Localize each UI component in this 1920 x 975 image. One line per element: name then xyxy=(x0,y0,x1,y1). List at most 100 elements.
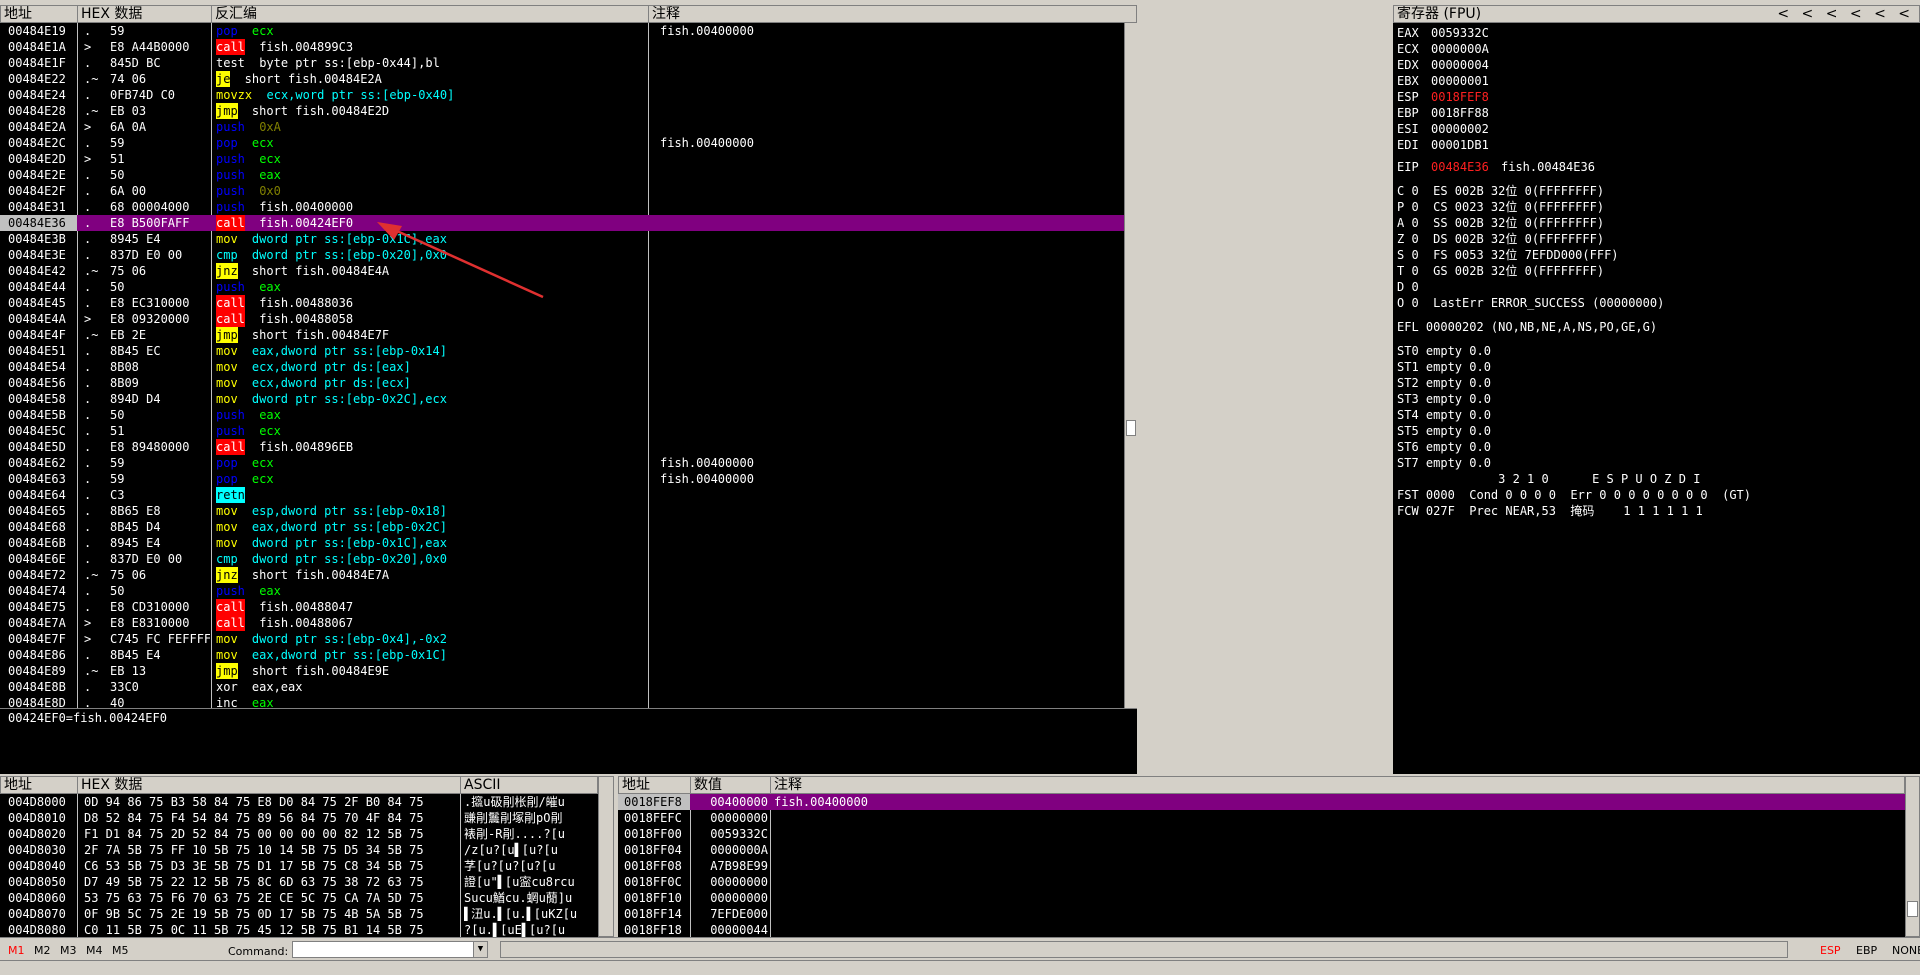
dump-row[interactable]: 004D8070 0F 9B 5C 75 2E 19 5B 75 0D 17 5B… xyxy=(0,906,598,922)
disasm-row[interactable]: 00484E36. E8 B500FAFF call fish.00424EF0 xyxy=(0,215,1124,231)
stack-view-none[interactable]: NONE xyxy=(1892,944,1920,957)
stack-pane[interactable]: 0018FEF8 00400000 fish.00400000 0018FEFC 000… xyxy=(618,794,1905,937)
disasm-row[interactable]: 00484E56. 8B09 mov ecx,dword ptr ds:[ecx] xyxy=(0,375,1124,391)
register-value[interactable]: 00000002 xyxy=(1431,121,1489,137)
stack-row[interactable]: 0018FF00 0059332C xyxy=(618,826,1905,842)
dump-col-hex[interactable]: HEX 数据 xyxy=(78,777,461,793)
register-value[interactable]: 00000001 xyxy=(1431,73,1489,89)
disasm-row[interactable]: 00484E7A > E8 E8310000 call fish.00488067 xyxy=(0,615,1124,631)
stack-scrollbar[interactable] xyxy=(1905,776,1920,937)
disasm-row[interactable]: 00484E2D >51 push ecx xyxy=(0,151,1124,167)
memory-tab-m2[interactable]: M2 xyxy=(34,944,51,957)
disasm-row[interactable]: 00484E2E. 50 push eax xyxy=(0,167,1124,183)
stack-row[interactable]: 0018FEFC 00000000 xyxy=(618,810,1905,826)
register-value[interactable]: 0018FEF8 xyxy=(1431,89,1489,105)
disasm-row[interactable]: 00484E2A >6A 0A push 0xA xyxy=(0,119,1124,135)
dump-col-addr[interactable]: 地址 xyxy=(1,777,78,793)
dump-row[interactable]: 004D8010 D8 52 84 75 F4 54 84 75 89 56 84… xyxy=(0,810,598,826)
disasm-row[interactable]: 00484E5D. E8 89480000 call fish.004896EB xyxy=(0,439,1124,455)
disasm-row[interactable]: 00484E4F .~ EB 2E jmp short fish.00484E7F xyxy=(0,327,1124,343)
stack-view-ebp[interactable]: EBP xyxy=(1856,944,1877,957)
disasm-row[interactable]: 00484E68. 8B45 D4 mov eax,dword ptr ss:[ebp… xyxy=(0,519,1124,535)
dump-row[interactable]: 004D8050 D7 49 5B 75 22 12 5B 75 8C 6D 63… xyxy=(0,874,598,890)
disasm-row[interactable]: 00484E28 .~ EB 03 jmp short fish.00484E2D xyxy=(0,103,1124,119)
disasm-row[interactable]: 00484E7F > C745 FC FEFFFFFF mov dword ptr ss… xyxy=(0,631,1124,647)
registers-nav-arrows[interactable]: < < < < < < xyxy=(1694,6,1914,22)
disasm-row[interactable]: 00484E75. E8 CD310000 call fish.00488047 xyxy=(0,599,1124,615)
register-value[interactable]: 0059332C xyxy=(1431,25,1489,41)
dump-pane[interactable]: 004D8000 0D 94 86 75 B3 58 84 75 E8 D0 84… xyxy=(0,794,598,937)
disasm-row[interactable]: 00484E5B. 50 push eax xyxy=(0,407,1124,423)
disasm-row[interactable]: 00484E19. 59 pop ecx fish.00400000 xyxy=(0,23,1124,39)
disasm-row[interactable]: 00484E1A > E8 A44B0000 call fish.004899C3 xyxy=(0,39,1124,55)
col-asm-header[interactable]: 反汇编 xyxy=(212,6,649,22)
stack-row[interactable]: 0018FF18 00000044 xyxy=(618,922,1905,937)
command-input[interactable]: ▼ xyxy=(292,941,488,958)
col-hex-header[interactable]: HEX 数据 xyxy=(78,6,212,22)
disasm-row[interactable]: 00484E58. 894D D4 mov dword ptr ss:[ebp-0x2… xyxy=(0,391,1124,407)
disasm-row[interactable]: 00484E1F. 845D BC test byte ptr ss:[ebp-0x4… xyxy=(0,55,1124,71)
disasm-row[interactable]: 00484E44. 50 push eax xyxy=(0,279,1124,295)
register-value[interactable]: 0000000A xyxy=(1431,41,1489,57)
register-value[interactable]: 00000004 xyxy=(1431,57,1489,73)
stack-col-addr[interactable]: 地址 xyxy=(619,777,691,793)
disasm-row[interactable]: 00484E51. 8B45 EC mov eax,dword ptr ss:[ebp… xyxy=(0,343,1124,359)
register-value[interactable]: 00001DB1 xyxy=(1431,137,1489,153)
memory-tab-m3[interactable]: M3 xyxy=(60,944,77,957)
disassembly-pane[interactable]: 00484E19. 59 pop ecx fish.00400000 00484E1A > E… xyxy=(0,23,1124,708)
dump-row[interactable]: 004D8030 2F 7A 5B 75 FF 10 5B 75 10 14 5B… xyxy=(0,842,598,858)
stack-row[interactable]: 0018FF04 0000000A xyxy=(618,842,1905,858)
memory-tab-m1[interactable]: M1 xyxy=(8,944,25,957)
disasm-row[interactable]: 00484E4A > E8 09320000 call fish.00488058 xyxy=(0,311,1124,327)
stack-row[interactable]: 0018FF0C 00000000 xyxy=(618,874,1905,890)
chevron-down-icon[interactable]: ▼ xyxy=(473,942,487,957)
disasm-row[interactable]: 00484E64. C3 retn xyxy=(0,487,1124,503)
disasm-row[interactable]: 00484E6B. 8945 E4 mov dword ptr ss:[ebp-0x1… xyxy=(0,535,1124,551)
disasm-row[interactable]: 00484E5C. 51 push ecx xyxy=(0,423,1124,439)
disasm-row[interactable]: 00484E42 .~ 75 06 jnz short fish.00484E4A xyxy=(0,263,1124,279)
disasm-scrollbar[interactable] xyxy=(1124,23,1137,708)
stack-row[interactable]: 0018FF08 A7B98E99 xyxy=(618,858,1905,874)
disasm-row[interactable]: 00484E2F. 6A 00 push 0x0 xyxy=(0,183,1124,199)
dump-scrollbar[interactable] xyxy=(598,776,614,937)
dump-col-ascii[interactable]: ASCII xyxy=(461,777,597,793)
register-value[interactable]: 0018FF88 xyxy=(1431,105,1489,121)
disasm-row[interactable]: 00484E62. 59 pop ecx fish.00400000 xyxy=(0,455,1124,471)
disasm-row[interactable]: 00484E22 .~ 74 06 je short fish.00484E2A xyxy=(0,71,1124,87)
disasm-row[interactable]: 00484E8B. 33C0 xor eax,eax xyxy=(0,679,1124,695)
disasm-row[interactable]: 00484E3B. 8945 E4 mov dword ptr ss:[ebp-0x1… xyxy=(0,231,1124,247)
dump-row[interactable]: 004D8000 0D 94 86 75 B3 58 84 75 E8 D0 84… xyxy=(0,794,598,810)
disasm-row[interactable]: 00484E8D. 40 inc eax xyxy=(0,695,1124,708)
hex-bytes: 6A 00 xyxy=(110,184,147,198)
disasm-row[interactable]: 00484E72 .~ 75 06 jnz short fish.00484E7A xyxy=(0,567,1124,583)
col-addr-header[interactable]: 地址 xyxy=(1,6,78,22)
disasm-row[interactable]: 00484E54. 8B08 mov ecx,dword ptr ds:[eax] xyxy=(0,359,1124,375)
stack-row[interactable]: 0018FEF8 00400000 fish.00400000 xyxy=(618,794,1905,810)
disasm-row[interactable]: 00484E86. 8B45 E4 mov eax,dword ptr ss:[ebp… xyxy=(0,647,1124,663)
dump-row[interactable]: 004D8060 53 75 63 75 F6 70 63 75 2E CE 5C… xyxy=(0,890,598,906)
memory-tab-m4[interactable]: M4 xyxy=(86,944,103,957)
disasm-row[interactable]: 00484E74. 50 push eax xyxy=(0,583,1124,599)
registers-pane[interactable]: EAX 0059332C ECX 0000000A EDX 00000004 EBX 0000… xyxy=(1393,23,1920,774)
stack-view-esp[interactable]: ESP xyxy=(1820,944,1841,957)
disasm-row[interactable]: 00484E24. 0FB74D C0 movzx ecx,word ptr ss:[… xyxy=(0,87,1124,103)
col-comment-header[interactable]: 注释 xyxy=(649,6,1136,22)
disasm-row[interactable]: 00484E31. 68 00004000 push fish.00400000 xyxy=(0,199,1124,215)
dump-row[interactable]: 004D8040 C6 53 5B 75 D3 3E 5B 75 D1 17 5B… xyxy=(0,858,598,874)
disasm-row[interactable]: 00484E89 .~ EB 13 jmp short fish.00484E9E xyxy=(0,663,1124,679)
register-value[interactable]: 00484E36 xyxy=(1431,159,1489,175)
memory-tab-m5[interactable]: M5 xyxy=(112,944,129,957)
stack-col-value[interactable]: 数值 xyxy=(691,777,771,793)
dump-row[interactable]: 004D8080 C0 11 5B 75 0C 11 5B 75 45 12 5B… xyxy=(0,922,598,937)
operands: byte ptr ss:[ebp-0x44],bl xyxy=(259,56,440,70)
disasm-row[interactable]: 00484E63. 59 pop ecx fish.00400000 xyxy=(0,471,1124,487)
disasm-row[interactable]: 00484E6E. 837D E0 00 cmp dword ptr ss:[ebp-… xyxy=(0,551,1124,567)
disasm-row[interactable]: 00484E45. E8 EC310000 call fish.00488036 xyxy=(0,295,1124,311)
stack-row[interactable]: 0018FF14 7EFDE000 xyxy=(618,906,1905,922)
disasm-row[interactable]: 00484E3E. 837D E0 00 cmp dword ptr ss:[ebp-… xyxy=(0,247,1124,263)
stack-col-comment[interactable]: 注释 xyxy=(771,777,1904,793)
dump-row[interactable]: 004D8020 F1 D1 84 75 2D 52 84 75 00 00 00… xyxy=(0,826,598,842)
disasm-row[interactable]: 00484E65. 8B65 E8 mov esp,dword ptr ss:[ebp… xyxy=(0,503,1124,519)
disasm-row[interactable]: 00484E2C. 59 pop ecx fish.00400000 xyxy=(0,135,1124,151)
stack-row[interactable]: 0018FF10 00000000 xyxy=(618,890,1905,906)
